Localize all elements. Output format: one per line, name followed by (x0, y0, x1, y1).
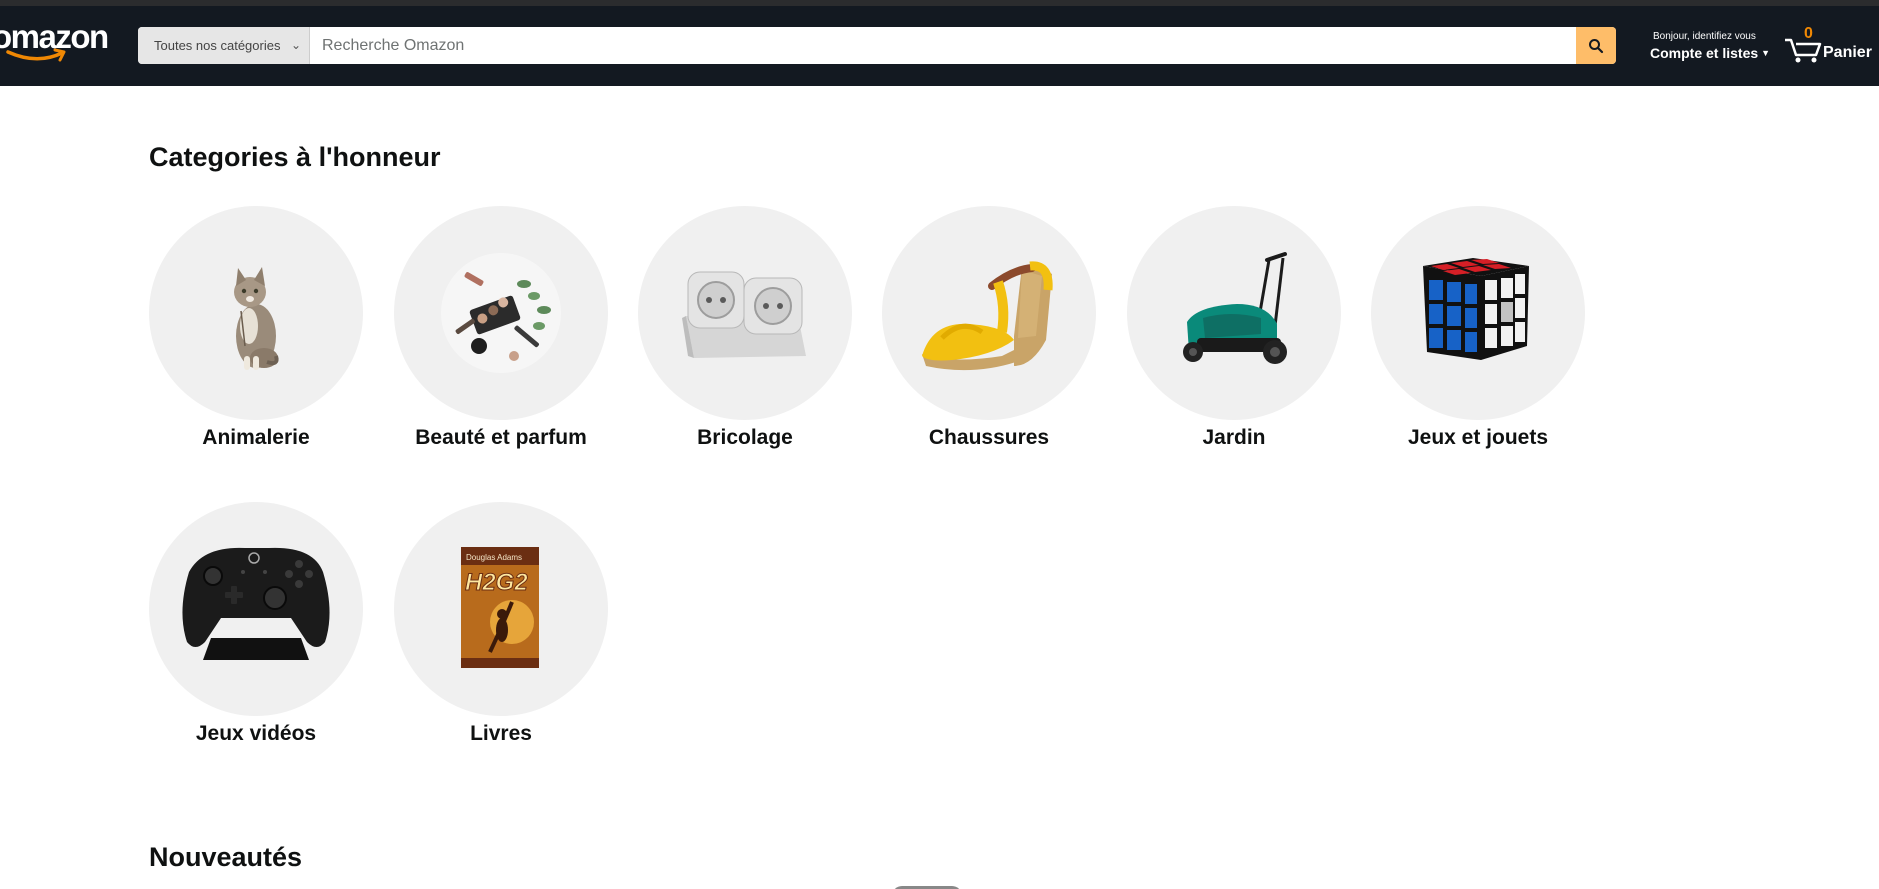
category-animalerie[interactable]: Animalerie (149, 206, 363, 450)
book-title: H2G2 (465, 569, 528, 596)
category-image-circle (638, 206, 852, 420)
category-image-circle (1127, 206, 1341, 420)
power-socket-icon (682, 271, 806, 358)
category-label: Chaussures (928, 426, 1050, 449)
category-label: Jeux et jouets (1407, 426, 1549, 449)
category-label: Jardin (1202, 426, 1266, 449)
lawnmower-icon (1183, 252, 1287, 364)
caret-down-icon: ▼ (1761, 48, 1771, 58)
category-label: Jeux vidéos (195, 722, 317, 745)
new-arrivals-title: Nouveautés (149, 842, 303, 872)
chevron-down-icon: ⌄ (290, 38, 301, 52)
cat-icon (234, 267, 279, 370)
search-category-select[interactable]: Toutes nos catégories ⌄ (138, 27, 310, 64)
game-controller-icon (182, 547, 330, 660)
featured-categories-title: Categories à l'honneur (149, 142, 441, 172)
cart-button[interactable]: 0 Panier (1783, 24, 1879, 68)
cart-icon (1785, 38, 1822, 63)
category-image-circle (1371, 206, 1585, 420)
category-label: Beauté et parfum (415, 426, 587, 449)
cart-count: 0 (1804, 25, 1813, 42)
category-image-circle (149, 502, 363, 716)
page: omazon Toutes nos catégories ⌄ Bonjour, … (0, 6, 1879, 889)
category-label: Animalerie (202, 426, 310, 449)
account-lists-label: Compte et listes (1650, 45, 1759, 61)
smile-arrow-icon (6, 48, 66, 62)
category-image-circle: Douglas Adams H2G2 (394, 502, 608, 716)
category-beaute-et-parfum[interactable]: Beauté et parfum (394, 206, 608, 450)
category-image-circle (394, 206, 608, 420)
category-bricolage[interactable]: Bricolage (638, 206, 852, 450)
cart-label: Panier (1823, 44, 1872, 61)
logo[interactable]: omazon (0, 18, 109, 68)
account-lists-link[interactable]: Compte et listes ▼ (1650, 45, 1770, 61)
category-label: Bricolage (697, 426, 793, 449)
category-chaussures[interactable]: Chaussures (882, 206, 1096, 450)
search-icon (1589, 38, 1604, 53)
rubiks-cube-icon (1423, 258, 1529, 360)
sandal-icon (922, 261, 1053, 371)
site-header: omazon Toutes nos catégories ⌄ Bonjour, … (0, 6, 1879, 86)
search-bar: Toutes nos catégories ⌄ (138, 27, 1616, 64)
category-jeux-et-jouets[interactable]: Jeux et jouets (1371, 206, 1585, 450)
search-button[interactable] (1576, 27, 1616, 64)
search-category-label: Toutes nos catégories (154, 38, 281, 53)
category-livres[interactable]: Douglas Adams H2G2 Livres (394, 502, 608, 746)
category-jardin[interactable]: Jardin (1127, 206, 1341, 450)
category-image-circle (149, 206, 363, 420)
category-image-circle (882, 206, 1096, 420)
category-label: Livres (470, 722, 532, 745)
category-jeux-videos[interactable]: Jeux vidéos (149, 502, 363, 746)
book-cover-icon: Douglas Adams H2G2 (461, 547, 539, 668)
search-input[interactable] (310, 27, 1576, 64)
account-greeting: Bonjour, identifiez vous (1653, 31, 1756, 42)
account-menu[interactable]: Bonjour, identifiez vous Compte et liste… (1644, 27, 1770, 67)
makeup-icon (441, 253, 561, 373)
book-author: Douglas Adams (466, 553, 522, 562)
